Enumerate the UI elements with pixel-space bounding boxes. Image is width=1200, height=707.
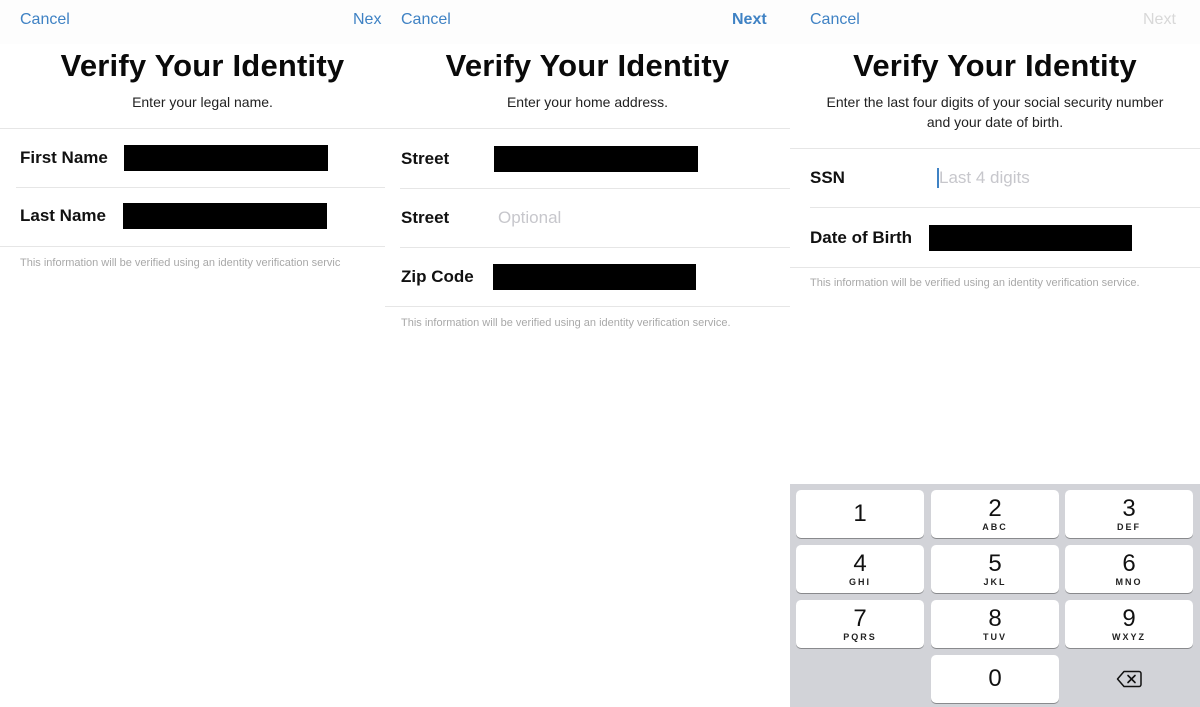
navigation-bar: Cancel Nex xyxy=(0,0,385,44)
ssn-dob-screen: Cancel Next Verify Your Identity Enter t… xyxy=(790,0,1200,707)
last-name-label: Last Name xyxy=(20,206,106,225)
page-subtitle: Enter your home address. xyxy=(506,94,669,110)
street-row: Street xyxy=(385,130,790,188)
key-letters: MNO xyxy=(1115,577,1143,587)
divider xyxy=(810,207,1200,208)
key-0[interactable]: 0 xyxy=(931,655,1059,703)
key-letters: ABC xyxy=(982,522,1008,532)
backspace-key[interactable] xyxy=(1065,655,1193,703)
key-letters: TUV xyxy=(983,632,1007,642)
home-address-screen: Cancel Next Verify Your Identity Enter y… xyxy=(385,0,790,707)
key-8[interactable]: 8 TUV xyxy=(931,600,1059,648)
key-9[interactable]: 9 WXYZ xyxy=(1065,600,1193,648)
ssn-row: SSN Last 4 digits xyxy=(790,149,1200,207)
cancel-button[interactable]: Cancel xyxy=(20,11,70,29)
ssn-field[interactable]: Last 4 digits xyxy=(939,168,1030,188)
key-digit: 1 xyxy=(853,500,867,527)
key-digit: 8 xyxy=(988,605,1002,632)
ssn-label: SSN xyxy=(810,168,845,187)
key-1[interactable]: 1 xyxy=(796,490,924,538)
key-digit: 7 xyxy=(853,605,867,632)
key-letters: GHI xyxy=(848,577,871,587)
date-of-birth-row: Date of Birth xyxy=(790,209,1200,267)
last-name-field[interactable] xyxy=(123,203,327,229)
street-2-label: Street xyxy=(401,208,450,227)
delete-backward-icon xyxy=(1116,670,1142,688)
verification-footnote: This information will be verified using … xyxy=(20,257,341,269)
divider xyxy=(790,267,1200,268)
date-of-birth-field[interactable] xyxy=(929,225,1132,251)
navigation-bar: Cancel Next xyxy=(790,0,1200,44)
key-digit: 3 xyxy=(1122,495,1136,522)
legal-name-screen: Cancel Nex Verify Your Identity Enter yo… xyxy=(0,0,385,707)
cancel-button[interactable]: Cancel xyxy=(810,11,860,29)
next-button[interactable]: Next xyxy=(732,11,767,29)
key-digit: 2 xyxy=(988,495,1002,522)
key-5[interactable]: 5 JKL xyxy=(931,545,1059,593)
key-digit: 9 xyxy=(1122,605,1136,632)
cancel-button[interactable]: Cancel xyxy=(401,11,451,29)
street-field[interactable] xyxy=(494,146,698,172)
next-button[interactable]: Nex xyxy=(353,11,381,29)
key-letters: WXYZ xyxy=(1112,632,1146,642)
key-3[interactable]: 3 DEF xyxy=(1065,490,1193,538)
key-letters: DEF xyxy=(1117,522,1141,532)
page-title: Verify Your Identity xyxy=(445,48,730,83)
zip-code-label: Zip Code xyxy=(401,267,474,286)
key-letters: PQRS xyxy=(843,632,877,642)
key-4[interactable]: 4 GHI xyxy=(796,545,924,593)
page-title: Verify Your Identity xyxy=(60,48,345,83)
key-digit: 6 xyxy=(1122,550,1136,577)
verification-footnote: This information will be verified using … xyxy=(810,277,1140,289)
key-2[interactable]: 2 ABC xyxy=(931,490,1059,538)
street-label: Street xyxy=(401,149,450,168)
page-title: Verify Your Identity xyxy=(853,48,1137,83)
divider xyxy=(0,246,385,247)
first-name-label: First Name xyxy=(20,148,108,167)
zip-code-field[interactable] xyxy=(493,264,696,290)
last-name-row: Last Name xyxy=(0,187,385,245)
navigation-bar: Cancel Next xyxy=(385,0,790,44)
divider xyxy=(385,128,790,129)
page-subtitle: Enter the last four digits of your socia… xyxy=(790,92,1200,132)
key-6[interactable]: 6 MNO xyxy=(1065,545,1193,593)
key-digit: 4 xyxy=(853,550,867,577)
key-digit: 5 xyxy=(988,550,1002,577)
date-of-birth-label: Date of Birth xyxy=(810,228,912,247)
zip-code-row: Zip Code xyxy=(385,248,790,306)
verification-footnote: This information will be verified using … xyxy=(401,317,731,329)
key-digit: 0 xyxy=(988,665,1002,692)
numeric-keypad: 1 2 ABC 3 DEF 4 GHI 5 JKL 6 MNO 7 PQRS 8… xyxy=(790,484,1200,707)
subtitle-line-1: Enter the last four digits of your socia… xyxy=(826,94,1164,110)
page-subtitle: Enter your legal name. xyxy=(132,94,273,110)
key-letters: JKL xyxy=(983,577,1007,587)
street-2-row: Street Optional xyxy=(385,189,790,247)
divider xyxy=(385,306,790,307)
street-2-field[interactable]: Optional xyxy=(498,208,561,228)
key-7[interactable]: 7 PQRS xyxy=(796,600,924,648)
next-button[interactable]: Next xyxy=(1143,11,1176,29)
subtitle-line-2: and your date of birth. xyxy=(926,114,1064,130)
first-name-field[interactable] xyxy=(124,145,328,171)
first-name-row: First Name xyxy=(0,129,385,187)
